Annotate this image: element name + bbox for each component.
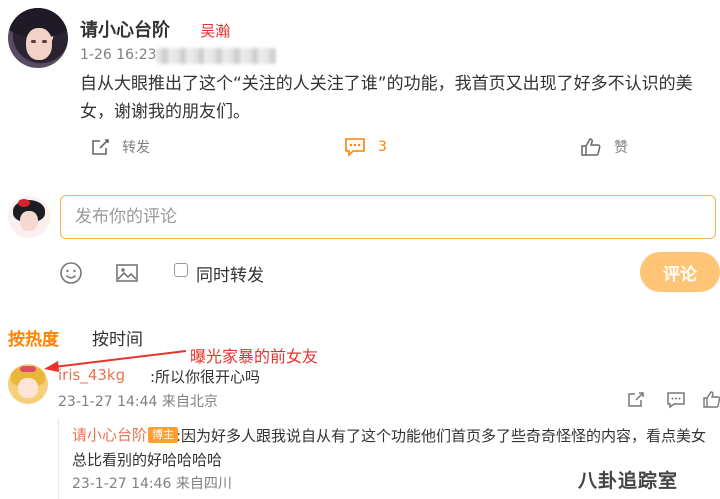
commenter-name[interactable]: iris_43kg: [58, 366, 125, 384]
author-avatar[interactable]: [8, 8, 68, 68]
reply-author-name[interactable]: 请小心台阶: [72, 424, 147, 445]
comment-action[interactable]: 3: [344, 136, 387, 158]
submit-comment-button[interactable]: 评论: [640, 252, 720, 292]
redacted-source-blur: [156, 48, 276, 64]
comment-bubble-icon: [345, 138, 365, 157]
current-user-avatar: [8, 196, 50, 238]
emoji-button[interactable]: [58, 260, 84, 286]
repost-action[interactable]: 转发: [90, 136, 150, 158]
repost-label: 转发: [122, 140, 150, 156]
post-author-name[interactable]: 请小心台阶 吴瀚: [80, 16, 230, 42]
repost-icon: [92, 139, 109, 155]
reply-meta: 23-1-27 14:46 来自四川: [72, 476, 232, 492]
post-timestamp[interactable]: 1-26 16:23: [80, 47, 157, 63]
commenter-avatar[interactable]: [8, 364, 48, 404]
post-body-text: 自从大眼推出了这个“关注的人关注了谁”的功能，我首页又出现了好多不认识的美女，谢…: [80, 74, 693, 122]
emoji-icon: [60, 262, 82, 284]
comment-count: 3: [378, 139, 387, 155]
author-badge: 博主: [148, 427, 178, 443]
comment-input[interactable]: [60, 195, 716, 239]
image-upload-button[interactable]: [114, 260, 140, 286]
like-label: 赞: [614, 140, 628, 156]
annotation-label: 曝光家暴的前女友: [190, 347, 319, 366]
comment-like-icon[interactable]: [702, 390, 720, 410]
comment-text: :所以你很开心吗: [150, 368, 261, 386]
author-name-text[interactable]: 请小心台阶: [80, 20, 170, 41]
comment-meta: 23-1-27 14:44 来自北京: [58, 394, 218, 410]
repost-checkbox[interactable]: [174, 263, 188, 277]
image-icon: [116, 264, 138, 282]
comment-reply-icon[interactable]: [666, 390, 686, 410]
watermark: 八卦追踪室: [578, 470, 679, 492]
repost-checkbox-label[interactable]: 同时转发: [196, 261, 264, 286]
annotation-author-real-name: 吴瀚: [200, 22, 231, 40]
comment-repost-icon[interactable]: [626, 390, 646, 410]
like-action[interactable]: 赞: [580, 136, 628, 158]
thumbs-up-icon: [581, 138, 601, 156]
